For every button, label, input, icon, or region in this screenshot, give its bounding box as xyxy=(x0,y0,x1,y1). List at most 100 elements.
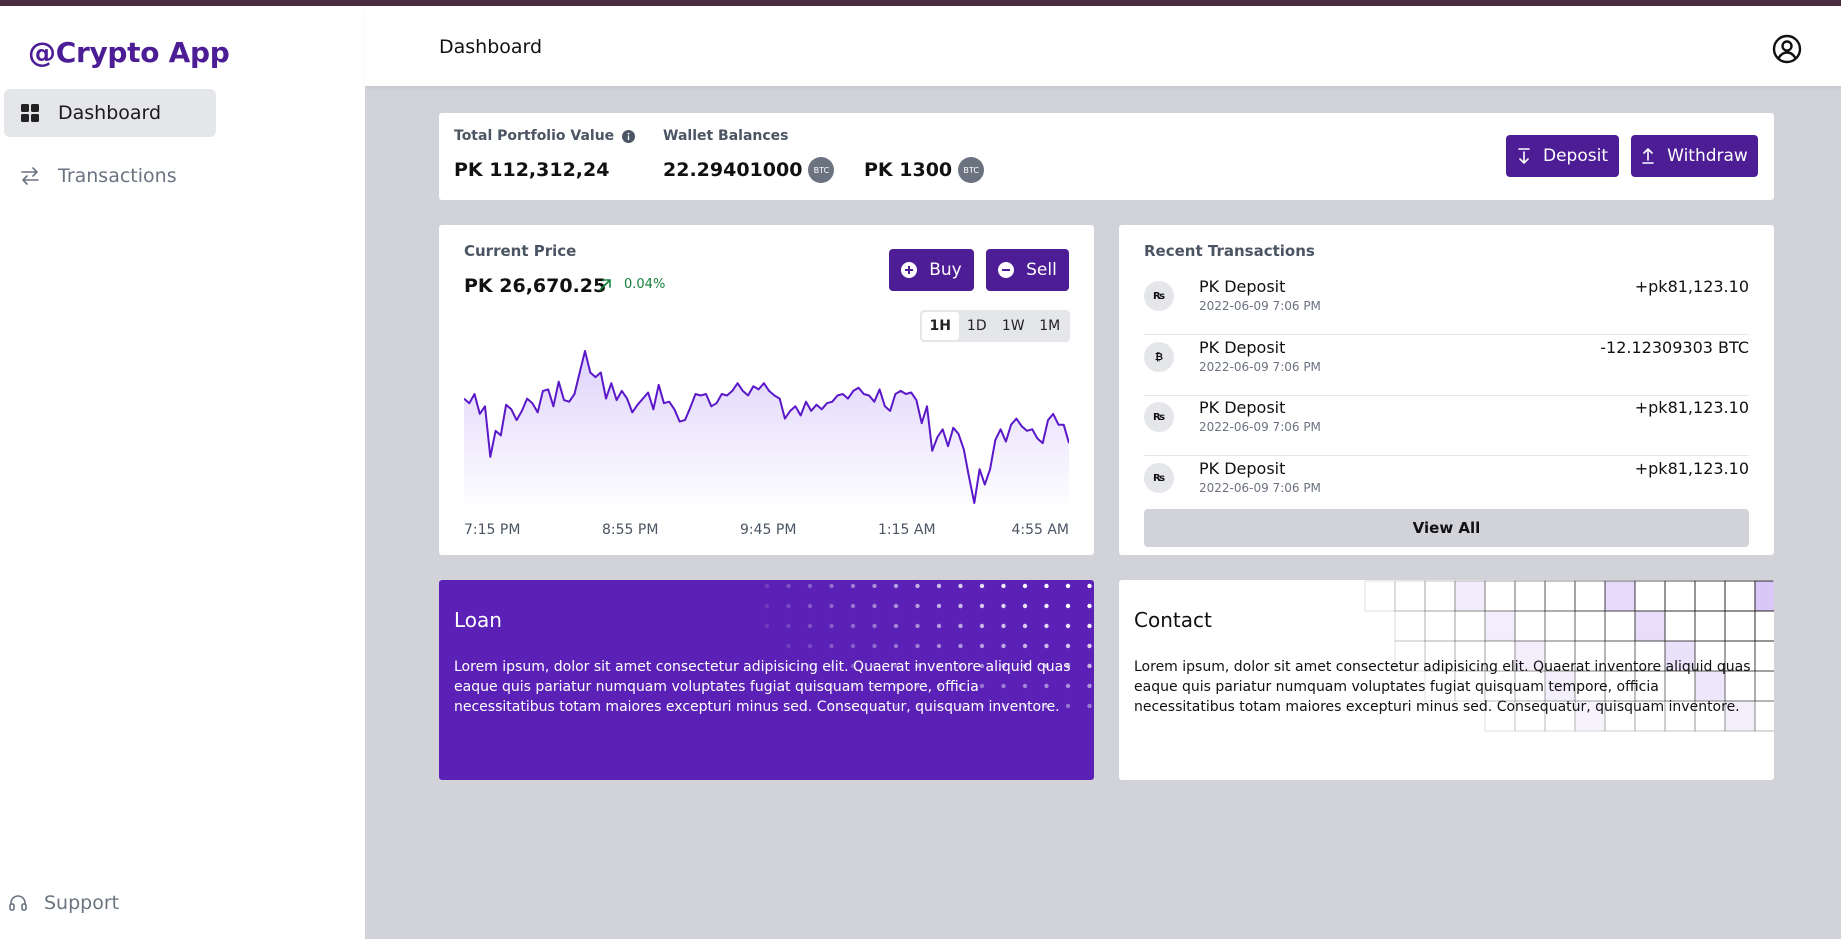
loan-card[interactable]: Loan Lorem ipsum, dolor sit amet consect… xyxy=(439,580,1094,780)
timeframe-1w[interactable]: 1W xyxy=(995,312,1032,340)
transaction-amount: +pk81,123.10 xyxy=(1634,398,1749,417)
view-all-button[interactable]: View All xyxy=(1144,509,1749,547)
decorative-grid-cell xyxy=(1664,580,1696,612)
decorative-dot xyxy=(1087,623,1092,629)
transaction-row[interactable]: ₨ PK Deposit 2022-06-09 7:06 PM +pk81,12… xyxy=(1144,457,1749,505)
decorative-dot xyxy=(1001,623,1006,629)
decorative-dot xyxy=(850,623,856,629)
wallet-balances-label: Wallet Balances xyxy=(663,128,789,144)
decorative-dot xyxy=(764,603,770,609)
decorative-dot xyxy=(1087,583,1092,589)
withdraw-label: Withdraw xyxy=(1667,146,1748,166)
transaction-row[interactable]: ₨ PK Deposit 2022-06-09 7:06 PM +pk81,12… xyxy=(1144,275,1749,335)
withdraw-button[interactable]: Withdraw xyxy=(1631,135,1758,177)
decorative-grid-cell xyxy=(1574,610,1606,642)
x-axis-tick: 1:15 AM xyxy=(878,522,936,538)
decorative-grid-cell xyxy=(1754,610,1774,642)
timeframe-1m[interactable]: 1M xyxy=(1032,312,1069,340)
decorative-grid-cell xyxy=(1484,610,1516,642)
transaction-title: PK Deposit xyxy=(1199,459,1286,478)
transaction-title: PK Deposit xyxy=(1199,398,1286,417)
transaction-date: 2022-06-09 7:06 PM xyxy=(1199,481,1321,495)
decorative-dot xyxy=(850,603,856,609)
price-chart[interactable] xyxy=(464,343,1069,513)
decorative-dot xyxy=(786,583,791,589)
portfolio-value: PK 112,312,24 xyxy=(454,159,610,181)
price-change-value: 0.04% xyxy=(624,277,666,292)
app-logo[interactable]: @Crypto App xyxy=(28,36,230,69)
sidebar-item-dashboard[interactable]: Dashboard xyxy=(4,89,216,137)
transaction-amount: +pk81,123.10 xyxy=(1634,277,1749,296)
decorative-dot xyxy=(872,583,877,589)
decorative-grid-cell xyxy=(1514,580,1546,612)
decorative-dot xyxy=(1001,583,1006,589)
decorative-dot xyxy=(872,603,877,609)
support-link[interactable]: Support xyxy=(8,892,119,914)
download-arrow-icon xyxy=(1517,148,1531,164)
decorative-dot xyxy=(915,603,920,609)
decorative-dot xyxy=(958,623,963,629)
minus-circle-icon xyxy=(998,262,1015,278)
decorative-dot xyxy=(1022,603,1028,609)
timeframe-1h[interactable]: 1H xyxy=(922,312,959,340)
decorative-dot xyxy=(915,643,920,649)
decorative-dot xyxy=(1087,683,1092,689)
decorative-dot xyxy=(807,603,813,609)
decorative-dot xyxy=(764,623,770,629)
transaction-row[interactable]: ₿ PK Deposit 2022-06-09 7:06 PM -12.1230… xyxy=(1144,336,1749,396)
buy-button[interactable]: Buy xyxy=(889,249,974,291)
transaction-date: 2022-06-09 7:06 PM xyxy=(1199,299,1321,313)
decorative-dot xyxy=(936,643,942,649)
btc-badge: BTC xyxy=(808,157,835,183)
bitcoin-icon: ₿ xyxy=(1144,342,1174,372)
sidebar-item-transactions[interactable]: Transactions xyxy=(4,152,216,200)
transaction-row[interactable]: ₨ PK Deposit 2022-06-09 7:06 PM +pk81,12… xyxy=(1144,396,1749,456)
upload-arrow-icon xyxy=(1641,148,1655,164)
decorative-grid-cell xyxy=(1514,610,1546,642)
decorative-dot xyxy=(979,603,985,609)
decorative-dot xyxy=(850,643,856,649)
decorative-dot xyxy=(1044,603,1049,609)
wallet-pk-balance: PK 1300 BTC xyxy=(864,157,985,183)
x-axis-tick: 9:45 PM xyxy=(740,522,797,538)
decorative-grid-cell xyxy=(1364,580,1396,612)
decorative-dot xyxy=(786,643,791,649)
decorative-grid-cell xyxy=(1424,610,1456,642)
decorative-dot xyxy=(807,623,813,629)
transaction-date: 2022-06-09 7:06 PM xyxy=(1199,360,1321,374)
decorative-dot xyxy=(1022,623,1028,629)
decorative-dot xyxy=(786,623,791,629)
transaction-title: PK Deposit xyxy=(1199,277,1286,296)
transaction-date: 2022-06-09 7:06 PM xyxy=(1199,420,1321,434)
price-change: 0.04% xyxy=(598,277,665,292)
deposit-button[interactable]: Deposit xyxy=(1506,135,1619,177)
decorative-dot xyxy=(1087,663,1092,669)
info-icon[interactable] xyxy=(622,129,636,143)
decorative-dot xyxy=(1065,623,1071,629)
decorative-grid-cell xyxy=(1454,580,1486,612)
portfolio-label-row: Total Portfolio Value xyxy=(454,128,636,144)
decorative-dot xyxy=(958,603,963,609)
decorative-dot xyxy=(1001,603,1006,609)
decorative-dot xyxy=(979,623,985,629)
decorative-dot xyxy=(786,603,791,609)
sell-button[interactable]: Sell xyxy=(986,249,1069,291)
user-avatar-icon[interactable] xyxy=(1771,33,1803,65)
sidebar: @Crypto App Dashboard Transactions Suppo… xyxy=(0,6,365,939)
timeframe-1d[interactable]: 1D xyxy=(959,312,996,340)
timeframe-selector: 1H 1D 1W 1M xyxy=(920,310,1070,342)
plus-circle-icon xyxy=(901,262,918,278)
loan-title: Loan xyxy=(454,608,502,632)
current-price-value: PK 26,670.25 xyxy=(464,275,607,297)
transaction-amount: +pk81,123.10 xyxy=(1634,459,1749,478)
contact-text: Lorem ipsum, dolor sit amet consectetur … xyxy=(1134,659,1751,715)
btc-badge: BTC xyxy=(958,157,985,183)
contact-title: Contact xyxy=(1134,608,1212,632)
grid-icon xyxy=(20,103,40,123)
decorative-dot xyxy=(958,583,963,589)
contact-card[interactable]: Contact Lorem ipsum, dolor sit amet cons… xyxy=(1119,580,1774,780)
page-title: Dashboard xyxy=(439,36,543,58)
decorative-dot xyxy=(893,623,899,629)
decorative-dot xyxy=(936,603,942,609)
wallet-pk-value: PK 1300 xyxy=(864,159,953,181)
